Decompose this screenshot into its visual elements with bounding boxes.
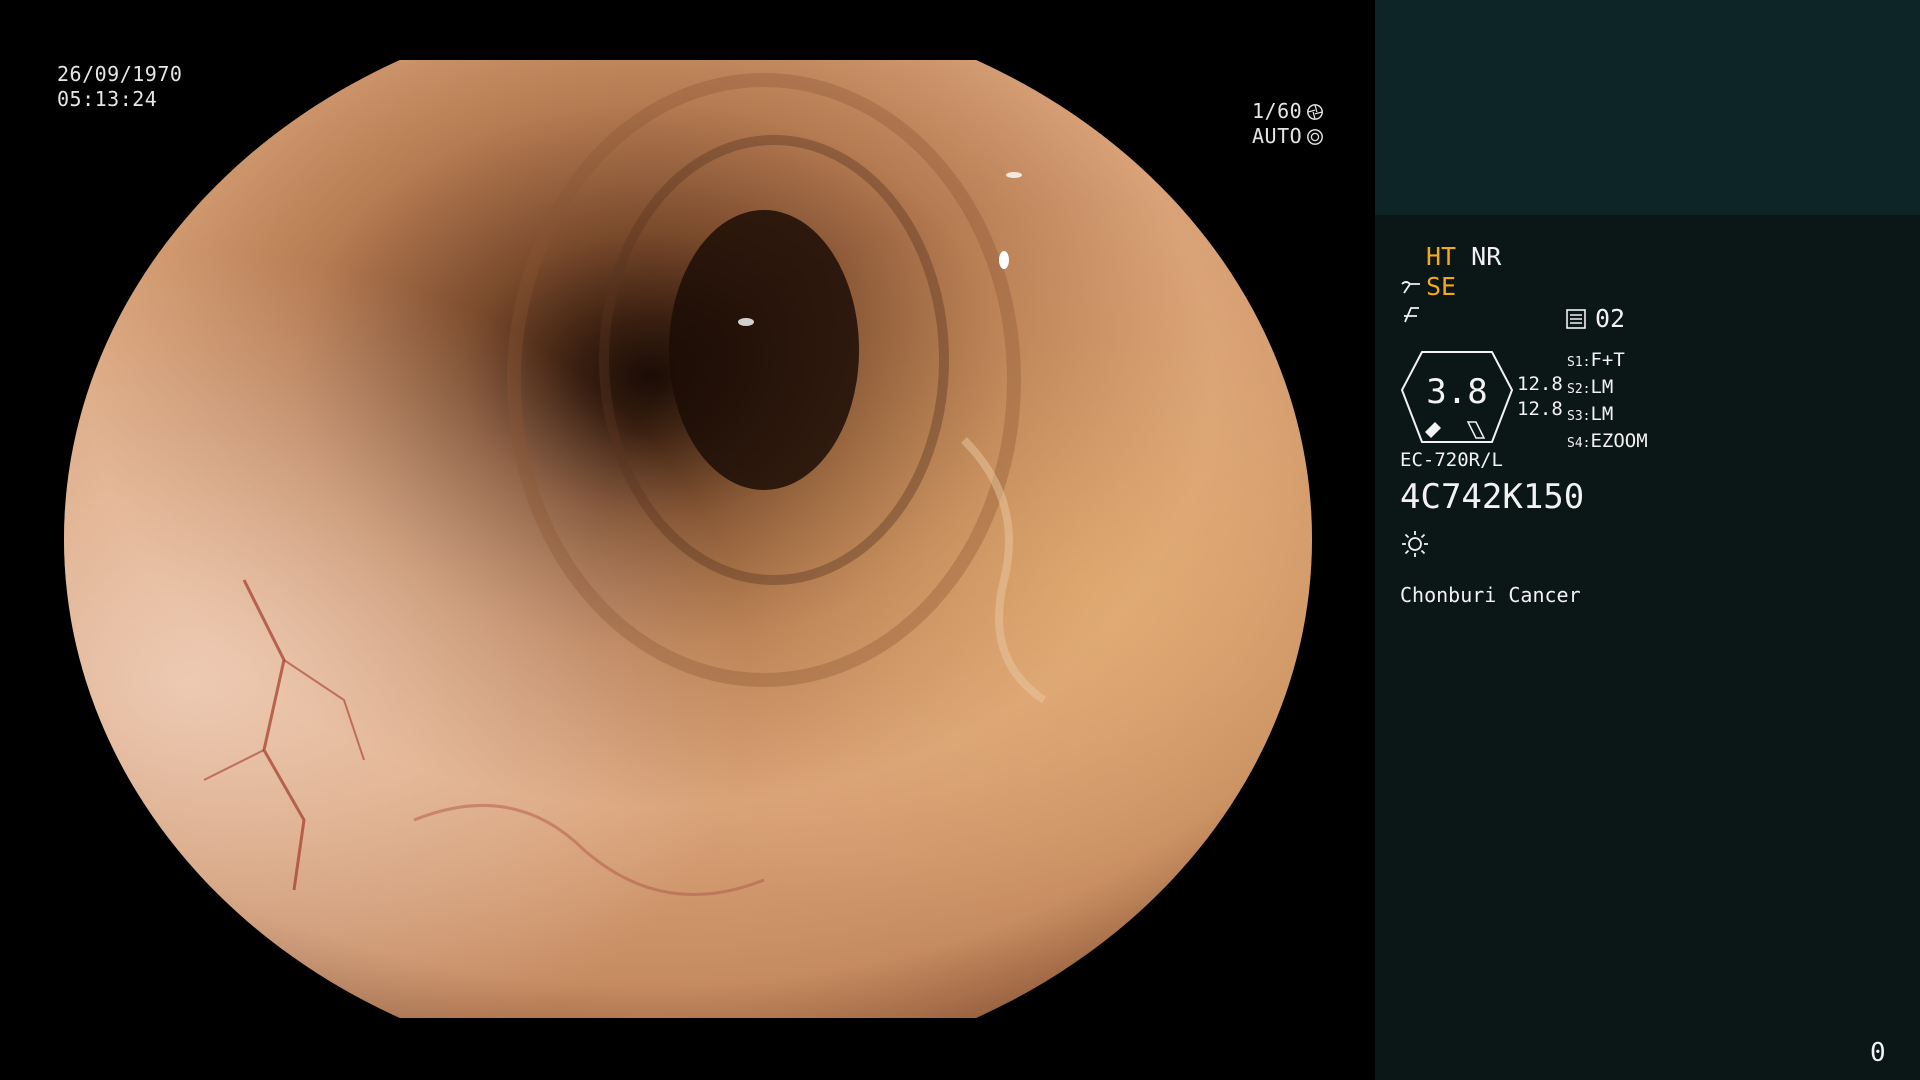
panel-header-area — [1375, 0, 1920, 215]
endoscope-image — [64, 60, 1312, 1018]
light-icon — [1401, 530, 1429, 558]
image-counter: 0 — [1870, 1038, 1886, 1068]
exposure-display: 1/60 AUTO — [1252, 99, 1324, 149]
scope-serial-number: 4C742K150 — [1400, 477, 1585, 517]
zoom-gauge: 3.8 — [1400, 350, 1514, 444]
switch-row: S3:LM — [1567, 403, 1614, 425]
facility-name: Chonburi Cancer — [1400, 583, 1581, 607]
date-label: 26/09/1970 — [57, 62, 183, 86]
switch-row: S1:F+T — [1567, 349, 1625, 371]
processing-modes: HT NR — [1426, 242, 1501, 271]
preset-icon — [1566, 308, 1586, 329]
mode-nr: NR — [1471, 242, 1502, 271]
mode-se: SE — [1426, 272, 1457, 301]
mode-ht: HT — [1426, 242, 1457, 271]
date-time-display: 26/09/1970 05:13:24 — [57, 62, 182, 112]
iris-icon — [1307, 128, 1324, 145]
info-panel — [1375, 215, 1920, 1080]
filter-icon — [1401, 304, 1423, 332]
gauge-readouts: 12.8 12.8 — [1517, 372, 1563, 422]
readout-2: 12.8 — [1517, 398, 1563, 420]
zoom-value: 3.8 — [1426, 372, 1488, 412]
switch-row: S2:LM — [1567, 376, 1614, 398]
readout-1: 12.8 — [1517, 373, 1563, 395]
structure-enhancement-row: SE — [1400, 272, 1456, 301]
time-label: 05:13:24 — [57, 87, 158, 111]
scope-model: EC-720R/L — [1400, 449, 1503, 471]
shutter-speed: 1/60 — [1252, 99, 1303, 123]
endoscope-video-area: 26/09/1970 05:13:24 1/60 AUTO — [0, 0, 1375, 1080]
preset-number: 02 — [1595, 304, 1626, 333]
switch-row: S4:EZOOM — [1567, 430, 1648, 452]
scope-angle-icon — [1401, 280, 1420, 293]
shutter-icon — [1307, 103, 1324, 120]
iris-mode: AUTO — [1252, 124, 1303, 148]
preset-indicator: 02 — [1565, 304, 1625, 333]
scope-switch-assignments: S1:F+T S2:LM S3:LM S4:EZOOM — [1567, 348, 1648, 456]
